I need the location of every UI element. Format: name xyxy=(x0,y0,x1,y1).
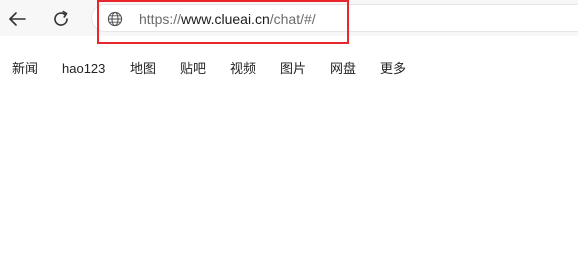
reload-button[interactable] xyxy=(49,7,73,31)
nav-link-tieba[interactable]: 贴吧 xyxy=(180,59,206,79)
nav-link-hao123[interactable]: hao123 xyxy=(62,59,105,79)
url-text[interactable]: https://www.clueai.cn/chat/#/ xyxy=(139,11,316,27)
nav-link-map[interactable]: 地图 xyxy=(130,59,156,79)
back-arrow-icon xyxy=(9,12,26,26)
url-scheme: https:// xyxy=(139,11,182,27)
nav-link-video[interactable]: 视频 xyxy=(230,59,256,79)
browser-page: https://www.clueai.cn/chat/#/ 新闻 hao123 … xyxy=(0,0,578,269)
nav-link-images[interactable]: 图片 xyxy=(280,59,306,79)
url-path: /chat/#/ xyxy=(269,11,316,27)
address-bar[interactable]: https://www.clueai.cn/chat/#/ xyxy=(91,4,578,32)
back-button[interactable] xyxy=(5,7,29,31)
nav-link-news[interactable]: 新闻 xyxy=(12,59,38,79)
url-host: www.clueai.cn xyxy=(181,11,270,27)
reload-icon xyxy=(54,10,68,26)
browser-toolbar: https://www.clueai.cn/chat/#/ xyxy=(0,0,578,36)
nav-link-more[interactable]: 更多 xyxy=(380,59,406,79)
globe-icon xyxy=(107,11,123,27)
nav-link-netdisk[interactable]: 网盘 xyxy=(330,59,356,79)
